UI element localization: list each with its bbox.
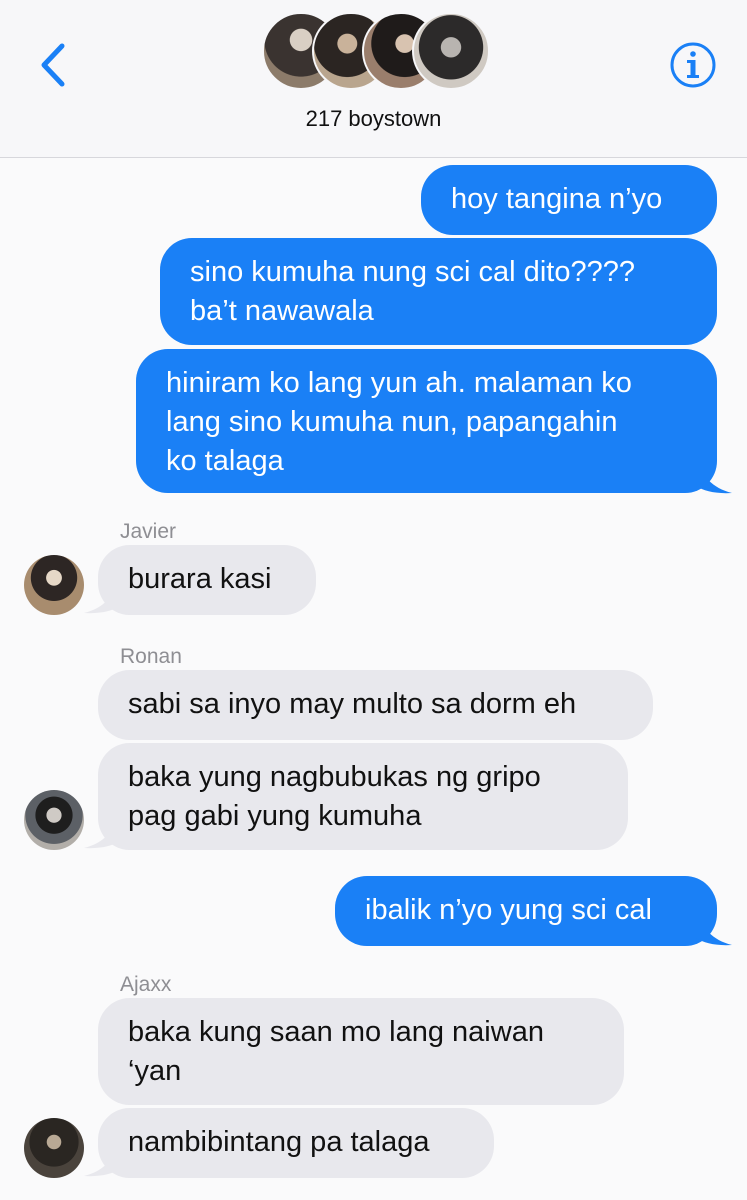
- message-line: ko talaga: [166, 445, 284, 477]
- avatar-ajaxx[interactable]: [24, 1118, 84, 1178]
- outgoing-message[interactable]: sino kumuha nung sci cal dito???? ba’t n…: [160, 238, 717, 345]
- bubble-tail: [696, 910, 732, 946]
- chevron-left-icon: [41, 43, 65, 87]
- bubble-tail: [696, 458, 732, 494]
- sender-name: Ronan: [120, 645, 182, 668]
- outgoing-message[interactable]: hiniram ko lang yun ah. malaman ko lang …: [136, 349, 717, 493]
- message-line: ba’t nawawala: [190, 295, 374, 327]
- group-avatar-4: [412, 12, 490, 90]
- message-line: sabi sa inyo may multo sa dorm eh: [128, 688, 577, 720]
- sender-name: Javier: [120, 520, 177, 543]
- info-button[interactable]: [668, 40, 718, 90]
- message-line: hiniram ko lang yun ah. malaman ko: [166, 367, 632, 399]
- group-name[interactable]: 217 boystown: [0, 106, 747, 132]
- incoming-message[interactable]: baka yung nagbubukas ng gripo pag gabi y…: [98, 743, 628, 850]
- sender-name: Ajaxx: [120, 973, 172, 996]
- conversation-header: 217 boystown: [0, 0, 747, 158]
- group-avatars[interactable]: [262, 12, 490, 92]
- incoming-message[interactable]: nambibintang pa talaga: [98, 1108, 494, 1178]
- message-line: pag gabi yung kumuha: [128, 800, 422, 832]
- message-line: ibalik n’yo yung sci cal: [365, 894, 652, 926]
- message-line: hoy tangina n’yo: [451, 183, 663, 215]
- outgoing-message[interactable]: hoy tangina n’yo: [421, 165, 717, 235]
- incoming-message[interactable]: burara kasi: [98, 545, 316, 615]
- message-line: sino kumuha nung sci cal dito????: [190, 256, 635, 288]
- outgoing-message[interactable]: ibalik n’yo yung sci cal: [335, 876, 717, 946]
- message-line: nambibintang pa talaga: [128, 1126, 430, 1158]
- incoming-message[interactable]: sabi sa inyo may multo sa dorm eh: [98, 670, 653, 740]
- message-line: baka kung saan mo lang naiwan: [128, 1016, 544, 1048]
- incoming-message[interactable]: baka kung saan mo lang naiwan ‘yan: [98, 998, 624, 1105]
- message-line: ‘yan: [128, 1055, 182, 1087]
- avatar-ronan[interactable]: [24, 790, 84, 850]
- message-line: baka yung nagbubukas ng gripo: [128, 761, 541, 793]
- info-icon: [670, 42, 716, 88]
- message-line: lang sino kumuha nun, papangahin: [166, 406, 618, 438]
- back-button[interactable]: [36, 40, 76, 90]
- message-line: burara kasi: [128, 563, 272, 595]
- avatar-javier[interactable]: [24, 555, 84, 615]
